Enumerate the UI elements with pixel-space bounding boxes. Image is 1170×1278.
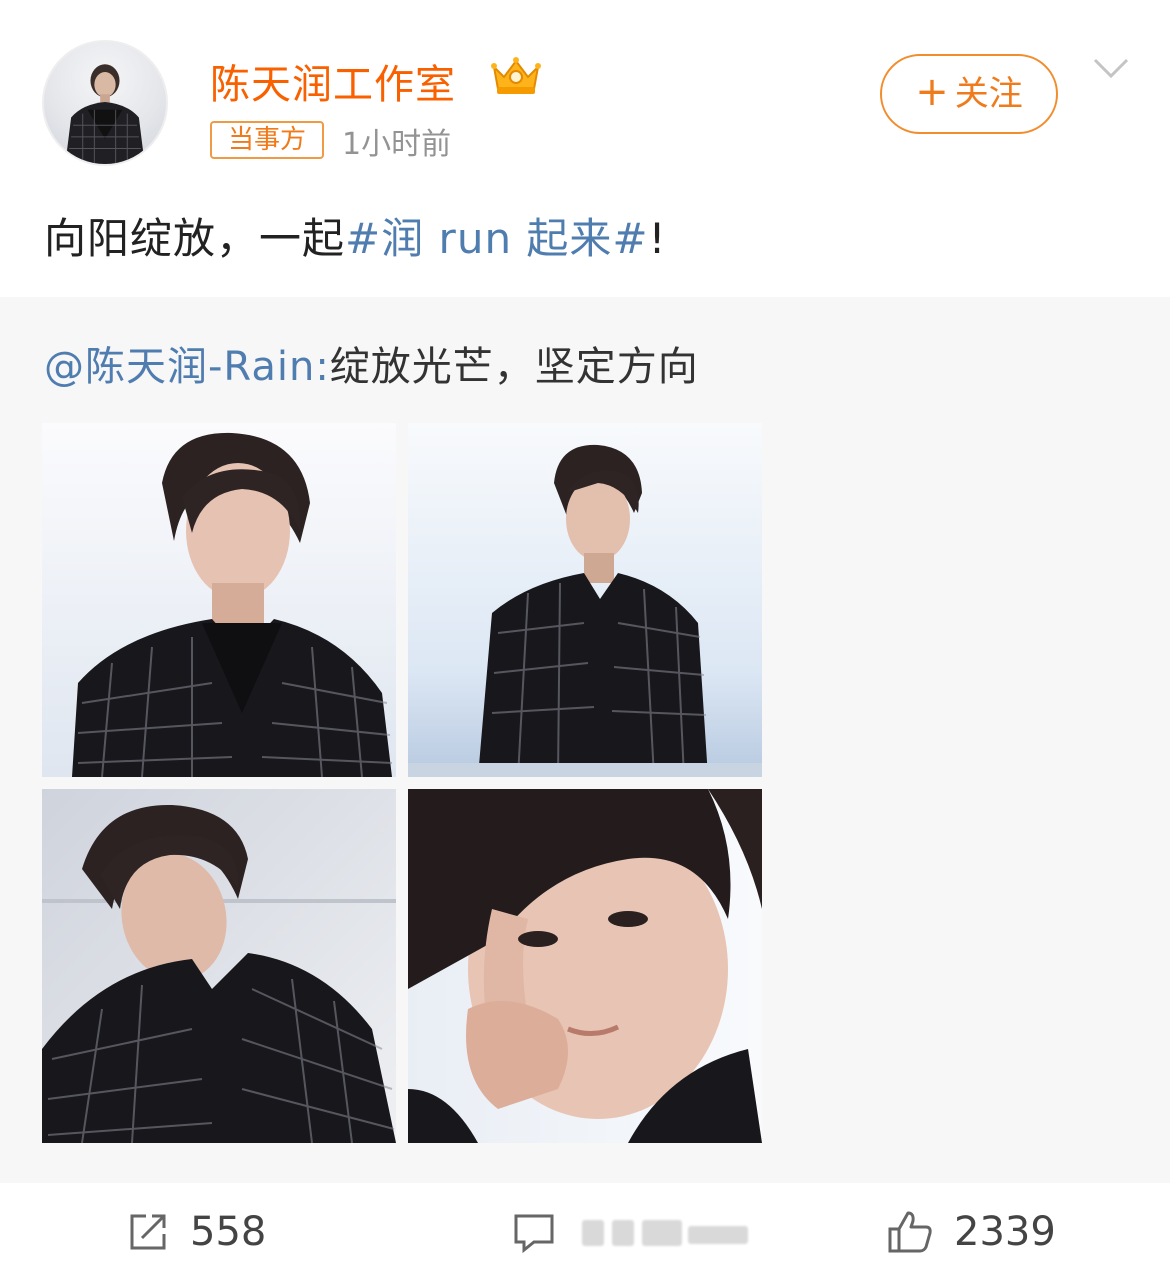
post-text: 向阳绽放，一起#润 run 起来#!: [44, 205, 666, 266]
thumbs-up-icon: [888, 1211, 932, 1253]
photo-1[interactable]: [42, 423, 396, 777]
share-icon: [130, 1214, 166, 1250]
action-bar: 558 2339: [0, 1183, 1170, 1278]
photo-3[interactable]: [42, 789, 396, 1143]
status-badge: 当事方: [210, 121, 324, 159]
comment-button[interactable]: [512, 1209, 776, 1255]
vip-crown-icon: [491, 57, 541, 94]
comment-icon: [514, 1214, 554, 1254]
avatar-image: [65, 64, 145, 164]
comment-count-blurred: [576, 1212, 776, 1252]
mention-link[interactable]: @陈天润-Rain:: [44, 344, 330, 390]
plus-icon: +: [915, 69, 949, 115]
account-name[interactable]: 陈天润工作室: [210, 52, 456, 110]
photo-2[interactable]: [408, 423, 762, 777]
repost-text: @陈天润-Rain:绽放光芒，坚定方向: [44, 334, 699, 392]
like-count: 2339: [954, 1209, 1056, 1255]
follow-label: 关注: [954, 74, 1023, 114]
avatar[interactable]: [42, 40, 168, 166]
repost-body: 绽放光芒，坚定方向: [329, 344, 699, 390]
post-text-main: 向阳绽放，一起: [44, 214, 346, 263]
chevron-down-icon[interactable]: [1092, 54, 1130, 82]
repost-count: 558: [190, 1209, 267, 1255]
post-text-end: !: [648, 214, 667, 263]
follow-button[interactable]: + 关注: [880, 54, 1058, 134]
photo-4[interactable]: [408, 789, 762, 1143]
like-button[interactable]: 2339: [886, 1209, 1056, 1255]
repost-card[interactable]: @陈天润-Rain:绽放光芒，坚定方向: [0, 297, 1170, 1183]
post-time: 1小时前: [342, 127, 452, 162]
hashtag-link[interactable]: #润 run 起来#: [345, 214, 649, 263]
repost-button[interactable]: 558: [126, 1209, 266, 1255]
